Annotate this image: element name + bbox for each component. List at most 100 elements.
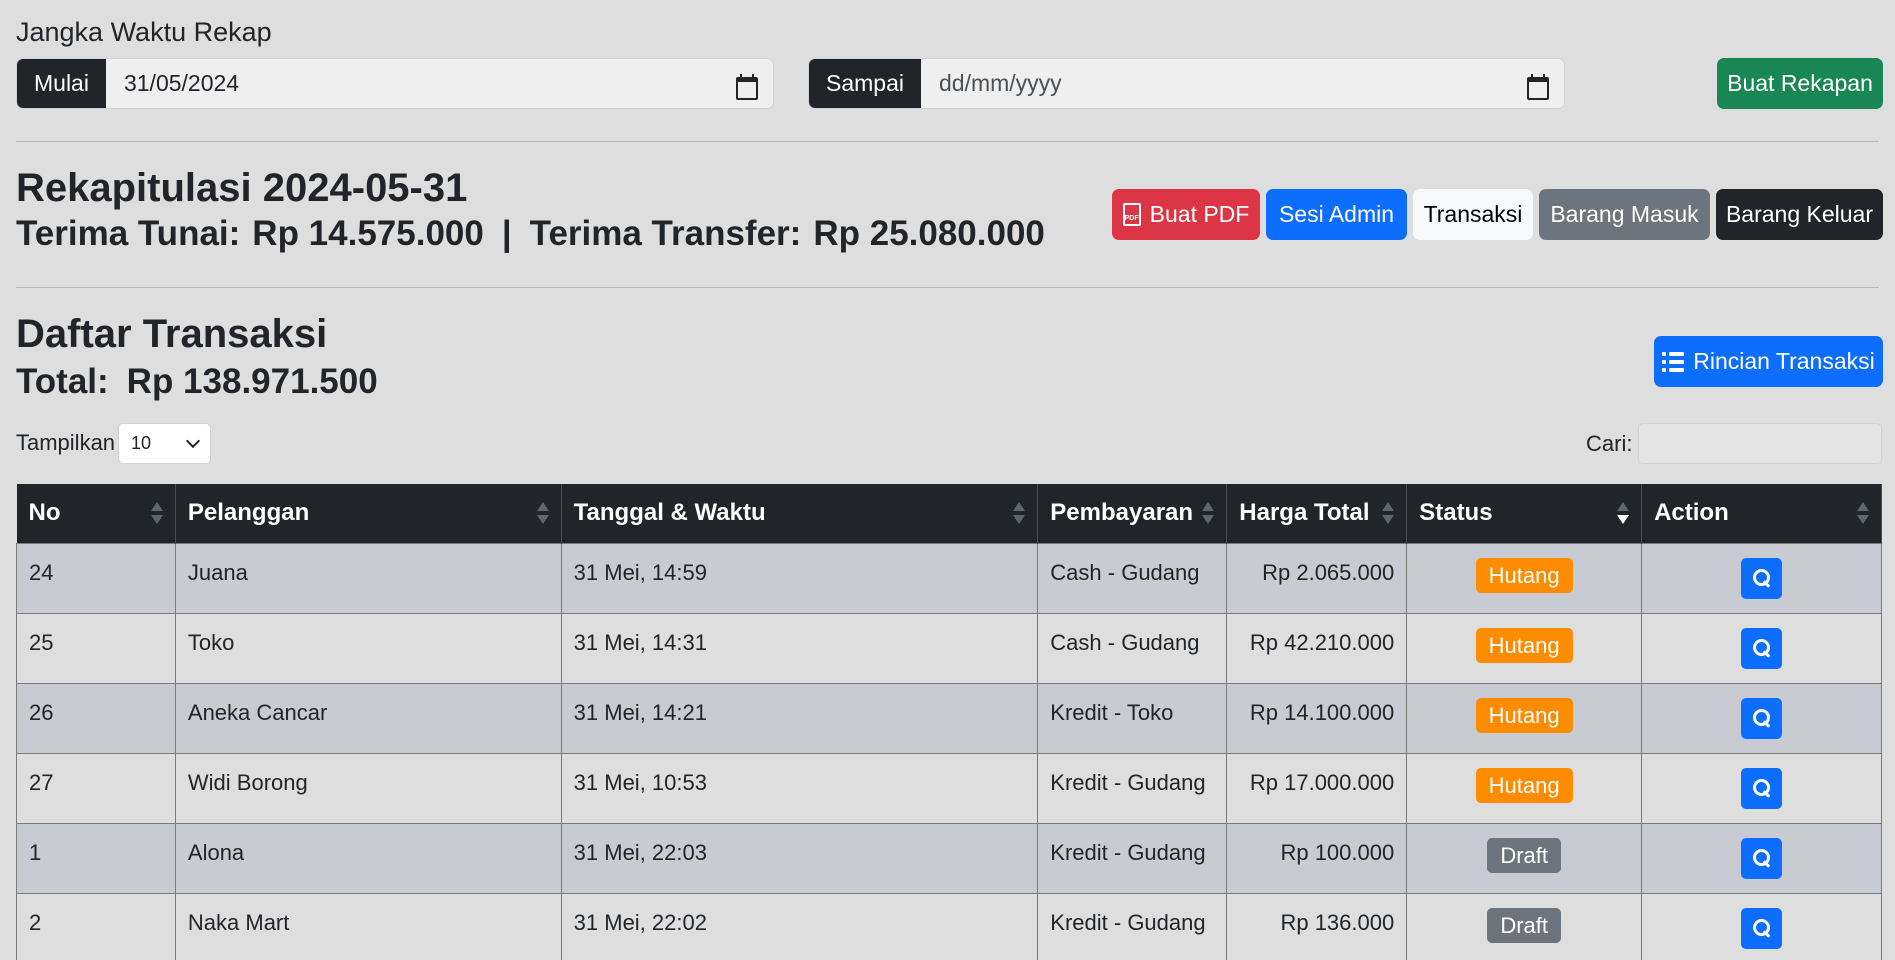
- table-header-row: No Pelanggan Tanggal & Waktu Pembayaran …: [16, 484, 1882, 543]
- cell-datetime: 31 Mei, 22:03: [560, 822, 1039, 894]
- status-badge: Hutang: [1475, 767, 1573, 803]
- column-header-action[interactable]: Action: [1641, 484, 1882, 543]
- table-row: 25 Toko 31 Mei, 14:31 Cash - Gudang Rp 4…: [16, 612, 1882, 684]
- cell-customer: Toko: [174, 612, 562, 684]
- start-date-group: Mulai 31/05/2024: [16, 58, 774, 109]
- cell-status: Hutang: [1406, 612, 1643, 684]
- cell-total: Rp 14.100.000: [1226, 682, 1408, 754]
- incoming-goods-button[interactable]: Barang Masuk: [1539, 189, 1710, 240]
- cell-no: 24: [16, 542, 176, 614]
- cell-no: 27: [16, 752, 176, 824]
- view-transaction-button[interactable]: [1741, 557, 1783, 599]
- start-date-value: 31/05/2024: [123, 70, 240, 96]
- view-transaction-button[interactable]: [1741, 767, 1783, 809]
- sort-icon: [1857, 501, 1869, 525]
- cell-total: Rp 17.000.000: [1226, 752, 1408, 824]
- view-transaction-button[interactable]: [1741, 697, 1783, 739]
- create-pdf-label: Buat PDF: [1149, 201, 1250, 227]
- cell-customer: Juana: [174, 542, 562, 614]
- admin-session-button[interactable]: Sesi Admin: [1266, 189, 1407, 240]
- column-header-status[interactable]: Status: [1406, 484, 1643, 543]
- calendar-icon[interactable]: [1526, 73, 1549, 100]
- transfer-value: Rp 25.080.000: [813, 214, 1045, 253]
- view-transaction-button[interactable]: [1741, 627, 1783, 669]
- cell-payment: Kredit - Toko: [1037, 682, 1228, 754]
- cell-total: Rp 2.065.000: [1226, 542, 1408, 614]
- search-icon: [1752, 568, 1772, 588]
- cell-payment: Cash - Gudang: [1037, 612, 1228, 684]
- cell-action: [1641, 542, 1882, 614]
- transaction-detail-button[interactable]: Rincian Transaksi: [1654, 336, 1883, 387]
- cell-customer: Aneka Cancar: [174, 682, 562, 754]
- transactions-button[interactable]: Transaksi: [1413, 189, 1533, 240]
- cell-no: 1: [16, 822, 176, 894]
- chevron-down-icon: [185, 433, 201, 449]
- cell-total: Rp 42.210.000: [1226, 612, 1408, 684]
- search-icon: [1752, 778, 1772, 798]
- range-title: Jangka Waktu Rekap: [16, 17, 272, 47]
- sort-desc-icon: [1617, 501, 1630, 525]
- view-transaction-button[interactable]: [1741, 907, 1783, 949]
- recap-title: Rekapitulasi 2024-05-31: [16, 166, 468, 210]
- end-date-input[interactable]: dd/mm/yyyy: [920, 59, 1564, 108]
- status-badge: Hutang: [1475, 627, 1573, 663]
- sort-icon: [1202, 501, 1215, 525]
- table-row: 1 Alona 31 Mei, 22:03 Kredit - Gudang Rp…: [16, 822, 1882, 894]
- view-transaction-button[interactable]: [1741, 837, 1783, 879]
- divider: [16, 141, 1879, 142]
- status-badge: Hutang: [1475, 557, 1573, 593]
- cell-action: [1641, 612, 1882, 684]
- cell-payment: Cash - Gudang: [1037, 542, 1228, 614]
- entries-select[interactable]: 10: [118, 423, 211, 464]
- search-icon: [1752, 918, 1772, 938]
- cell-status: Hutang: [1406, 542, 1643, 614]
- cell-status: Hutang: [1406, 752, 1643, 824]
- cell-customer: Widi Borong: [174, 752, 562, 824]
- cell-no: 2: [16, 892, 176, 960]
- sort-icon: [1013, 501, 1026, 525]
- cell-payment: Kredit - Gudang: [1037, 822, 1228, 894]
- search-input[interactable]: [1638, 423, 1882, 464]
- column-header-total[interactable]: Harga Total: [1226, 484, 1408, 543]
- column-header-payment[interactable]: Pembayaran: [1037, 484, 1228, 543]
- total-value: Rp 138.971.500: [126, 362, 378, 401]
- cash-value: Rp 14.575.000: [252, 214, 484, 253]
- search-icon: [1752, 848, 1772, 868]
- cell-total: Rp 136.000: [1226, 892, 1408, 960]
- cell-action: [1641, 892, 1882, 960]
- sort-icon: [1382, 501, 1395, 525]
- list-title: Daftar Transaksi: [16, 312, 328, 356]
- create-recap-button[interactable]: Buat Rekapan: [1717, 58, 1883, 109]
- cash-label: Terima Tunai:: [16, 214, 241, 253]
- cell-action: [1641, 682, 1882, 754]
- calendar-icon[interactable]: [735, 73, 758, 100]
- transfer-label: Terima Transfer:: [529, 214, 802, 253]
- file-pdf-icon: PDF: [1122, 203, 1141, 226]
- show-entries-label: Tampilkan: [16, 430, 116, 455]
- cell-status: Draft: [1406, 822, 1643, 894]
- cell-payment: Kredit - Gudang: [1037, 892, 1228, 960]
- outgoing-goods-button[interactable]: Barang Keluar: [1716, 189, 1883, 240]
- cell-total: Rp 100.000: [1226, 822, 1408, 894]
- cell-status: Hutang: [1406, 682, 1643, 754]
- summary-separator: |: [501, 214, 512, 253]
- status-badge: Hutang: [1475, 697, 1573, 733]
- cell-no: 26: [16, 682, 176, 754]
- cell-status: Draft: [1406, 892, 1643, 960]
- search-label: Cari:: [1586, 431, 1633, 456]
- search-icon: [1752, 708, 1772, 728]
- end-date-placeholder: dd/mm/yyyy: [938, 70, 1062, 96]
- table-row: 26 Aneka Cancar 31 Mei, 14:21 Kredit - T…: [16, 682, 1882, 754]
- column-header-datetime[interactable]: Tanggal & Waktu: [561, 484, 1039, 543]
- cell-no: 25: [16, 612, 176, 684]
- column-header-customer[interactable]: Pelanggan: [175, 484, 562, 543]
- cell-action: [1641, 752, 1882, 824]
- table-row: 2 Naka Mart 31 Mei, 22:02 Kredit - Gudan…: [16, 892, 1882, 960]
- column-header-no[interactable]: No: [16, 484, 176, 543]
- create-pdf-button[interactable]: PDF Buat PDF: [1112, 189, 1260, 240]
- sort-icon: [536, 501, 549, 525]
- cell-datetime: 31 Mei, 14:21: [560, 682, 1039, 754]
- list-total: Total: Rp 138.971.500: [16, 361, 378, 403]
- start-date-input[interactable]: 31/05/2024: [105, 59, 773, 108]
- divider: [16, 287, 1879, 288]
